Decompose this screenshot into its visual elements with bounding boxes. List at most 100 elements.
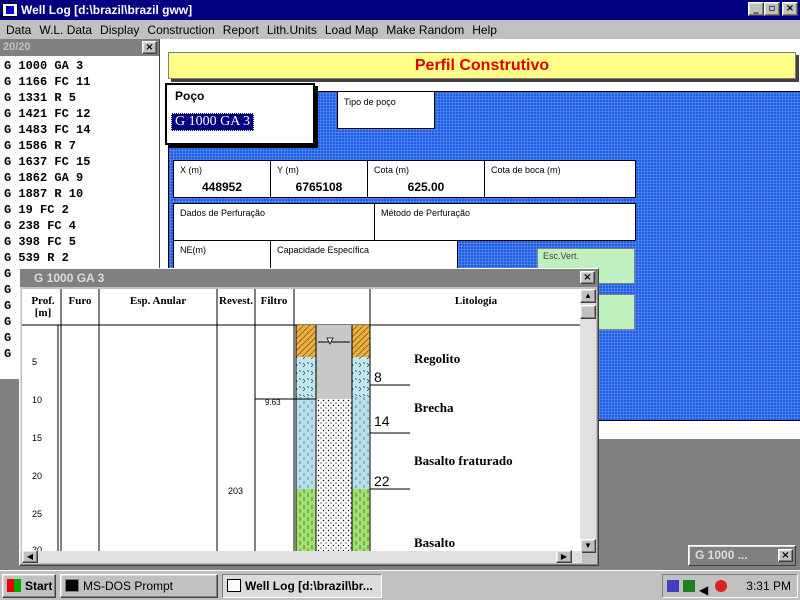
vertical-scrollbar[interactable]: ▲ ▼	[580, 289, 596, 553]
list-item[interactable]: G 1483 FC 14	[0, 122, 159, 138]
x-box[interactable]: X (m) 448952	[173, 160, 271, 198]
minimized-window[interactable]: G 1000 ... ×	[688, 545, 796, 566]
revest-value: 203	[228, 486, 244, 496]
layer-bottom-depth: 14	[374, 413, 390, 429]
capacidade-box[interactable]: Capacidade Específica	[270, 240, 458, 270]
col-revest: Revest.	[219, 295, 253, 307]
monitor-icon[interactable]	[683, 580, 695, 592]
depth-tick-label: 5	[32, 357, 38, 367]
x-value: 448952	[201, 180, 243, 194]
ne-box[interactable]: NE(m)	[173, 240, 271, 270]
log-canvas: Prof. [m] Furo Esp. Anular Revest. Filtr…	[22, 289, 582, 553]
app-icon[interactable]	[2, 3, 18, 17]
cota-box[interactable]: Cota (m) 625.00	[367, 160, 485, 198]
minimized-close-icon[interactable]: ×	[778, 549, 793, 562]
dados-perfuracao-label: Dados de Perfuração	[180, 208, 266, 218]
menu-report[interactable]: Report	[219, 23, 263, 37]
minimize-button[interactable]: _	[748, 2, 764, 16]
layer-bottom-depth: 22	[374, 473, 390, 489]
well-list-close-icon[interactable]: ×	[142, 41, 157, 54]
task-well-log[interactable]: Well Log [d:\brazil\br...	[222, 574, 382, 598]
poco-value-field[interactable]: G 1000 GA 3	[171, 113, 255, 131]
layer-label: Basalto fraturado	[414, 453, 513, 468]
scroll-right-icon[interactable]: ▶	[556, 550, 572, 563]
task-msdos[interactable]: MS-DOS Prompt	[60, 574, 218, 598]
layer-label: Basalto	[414, 535, 456, 550]
list-item[interactable]: G 238 FC 4	[0, 218, 159, 234]
windows-logo-icon	[7, 579, 21, 592]
list-item[interactable]: G 1586 R 7	[0, 138, 159, 154]
taskbar: Start MS-DOS Prompt Well Log [d:\brazil\…	[0, 570, 800, 600]
col-esp-anular: Esp. Anular	[129, 295, 187, 307]
menu-lith-units[interactable]: Lith.Units	[263, 23, 321, 37]
poco-box: Poço G 1000 GA 3	[165, 83, 315, 145]
scroll-thumb[interactable]	[580, 305, 596, 319]
speaker-icon[interactable]: ◀	[699, 579, 708, 600]
cota-label: Cota (m)	[374, 165, 410, 175]
layer-bottom-depth: 8	[374, 369, 382, 385]
depth-tick-label: 10	[32, 395, 43, 405]
well-list-title-bar[interactable]: 20/20 ×	[0, 39, 159, 56]
scroll-down-icon[interactable]: ▼	[580, 539, 596, 553]
maximize-button[interactable]: ▫	[764, 2, 780, 16]
tray-app-icon[interactable]	[715, 580, 727, 592]
menu-data[interactable]: Data	[2, 23, 35, 37]
minimized-title: G 1000 ...	[695, 548, 748, 562]
col-furo: Furo	[68, 295, 92, 307]
y-label: Y (m)	[277, 165, 299, 175]
list-item[interactable]: G 1887 R 10	[0, 186, 159, 202]
menu-bar: Data W.L. Data Display Construction Repo…	[0, 20, 800, 39]
log-close-icon[interactable]: ×	[580, 271, 595, 284]
horizontal-scrollbar[interactable]: ◀ ▶	[22, 550, 582, 563]
close-button[interactable]: ×	[782, 2, 798, 16]
start-button[interactable]: Start	[2, 574, 56, 598]
poco-label: Poço	[175, 89, 205, 103]
list-item[interactable]: G 1331 R 5	[0, 90, 159, 106]
list-item[interactable]: G 1637 FC 15	[0, 154, 159, 170]
layer-label: Regolito	[414, 351, 461, 366]
menu-wl-data[interactable]: W.L. Data	[35, 23, 96, 37]
list-item[interactable]: G 19 FC 2	[0, 202, 159, 218]
well-list-title: 20/20	[3, 41, 31, 53]
well-log-window: G 1000 GA 3 × Prof. [m] Furo Esp. Anular…	[19, 268, 599, 566]
capacidade-label: Capacidade Específica	[277, 245, 370, 255]
depth-tick-label: 20	[32, 471, 43, 481]
col-filtro: Filtro	[260, 295, 288, 307]
list-item[interactable]: G 398 FC 5	[0, 234, 159, 250]
log-title: G 1000 GA 3	[34, 271, 105, 285]
list-item[interactable]: G 539 R 2	[0, 250, 159, 266]
x-label: X (m)	[180, 165, 202, 175]
tipo-poco-box[interactable]: Tipo de poço	[337, 91, 435, 129]
y-box[interactable]: Y (m) 6765108	[270, 160, 368, 198]
perfil-title: Perfil Construtivo	[168, 52, 796, 79]
layer-label: Brecha	[414, 400, 454, 415]
dados-perfuracao-box[interactable]: Dados de Perfuração	[173, 203, 375, 241]
depth-tick-label: 15	[32, 433, 43, 443]
list-item[interactable]: G 1000 GA 3	[0, 58, 159, 74]
y-value: 6765108	[295, 180, 343, 194]
clock: 3:31 PM	[746, 579, 791, 593]
menu-help[interactable]: Help	[468, 23, 501, 37]
menu-make-random[interactable]: Make Random	[382, 23, 468, 37]
menu-load-map[interactable]: Load Map	[321, 23, 382, 37]
log-title-bar[interactable]: G 1000 GA 3 ×	[20, 269, 598, 287]
scroll-up-icon[interactable]: ▲	[580, 289, 596, 303]
list-item[interactable]: G 1862 GA 9	[0, 170, 159, 186]
cota-boca-label: Cota de boca (m)	[491, 165, 561, 175]
cota-value: 625.00	[407, 180, 445, 194]
metodo-perfuracao-box[interactable]: Método de Perfuração	[374, 203, 636, 241]
menu-display[interactable]: Display	[96, 23, 143, 37]
msdos-icon	[65, 579, 79, 592]
list-item[interactable]: G 1166 FC 11	[0, 74, 159, 90]
window-title-bar[interactable]: Well Log [d:\brazil\brazil gww] _ ▫ ×	[0, 0, 800, 20]
col-litologia: Litologia	[454, 295, 498, 307]
window-title: Well Log [d:\brazil\brazil gww]	[21, 3, 193, 17]
list-item[interactable]: G 1421 FC 12	[0, 106, 159, 122]
cota-boca-box[interactable]: Cota de boca (m)	[484, 160, 636, 198]
tipo-poco-label: Tipo de poço	[344, 97, 396, 107]
network-icon[interactable]	[667, 580, 679, 592]
depth-tick-label: 25	[32, 509, 43, 519]
menu-construction[interactable]: Construction	[143, 23, 218, 37]
ne-label: NE(m)	[180, 245, 206, 255]
scroll-left-icon[interactable]: ◀	[22, 550, 38, 563]
